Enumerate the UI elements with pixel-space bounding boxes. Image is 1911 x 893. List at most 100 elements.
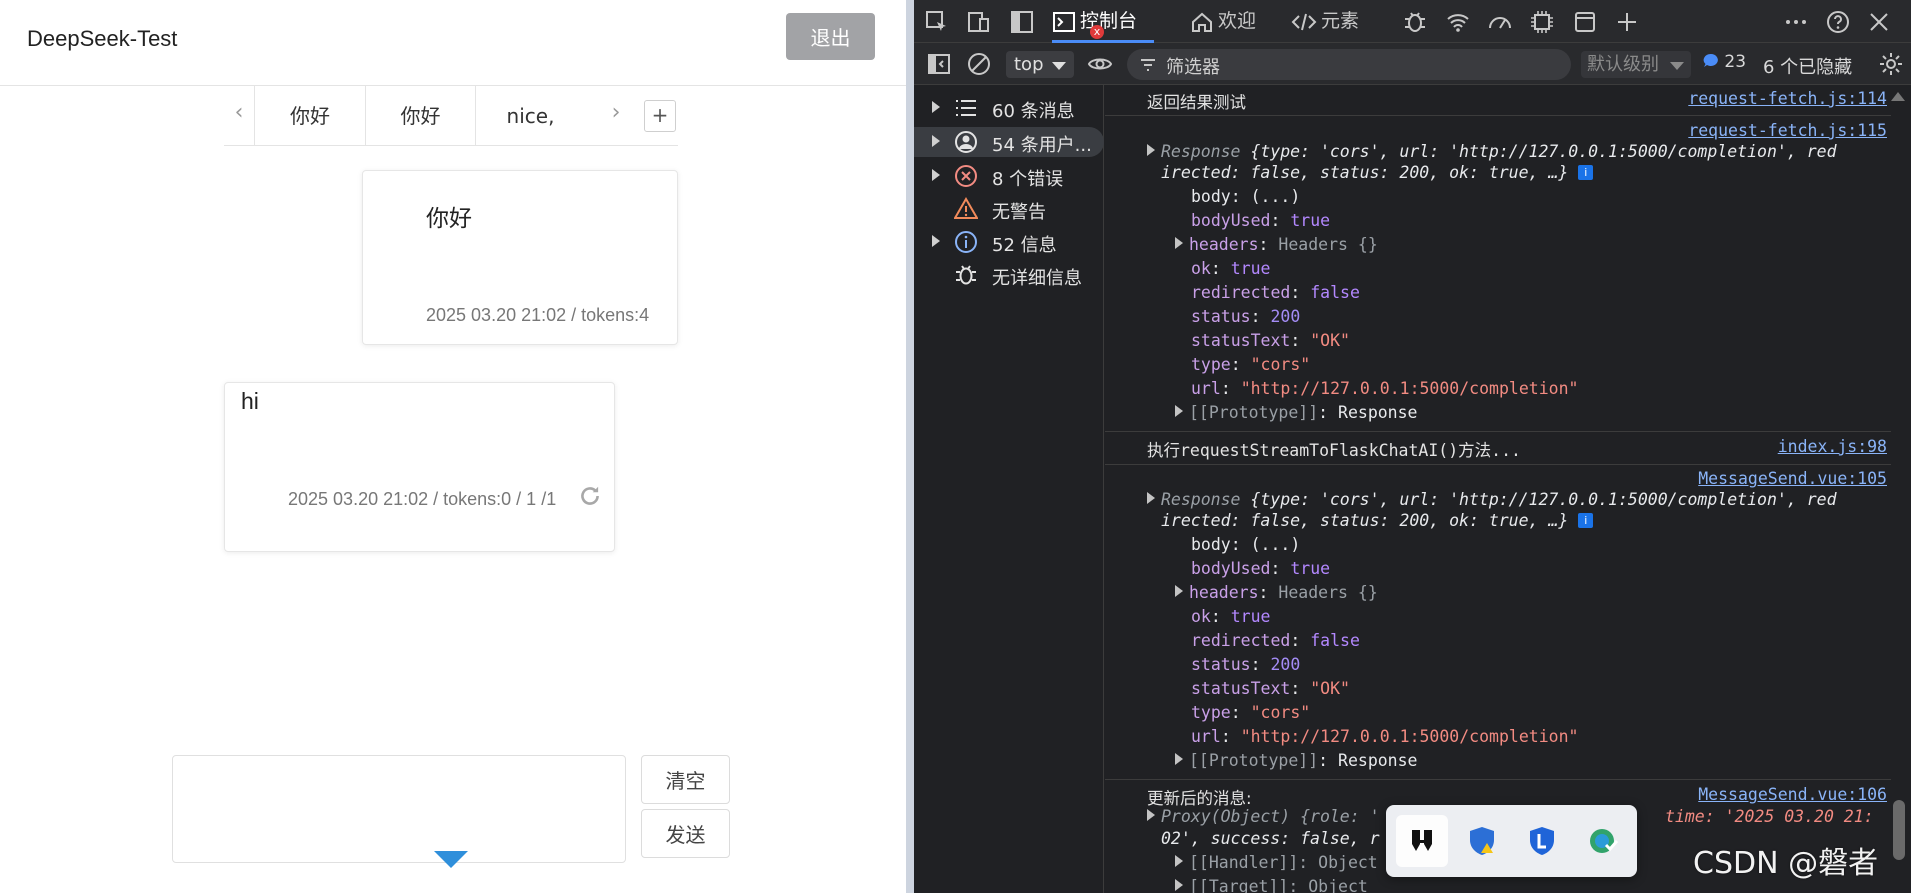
pane-divider[interactable]	[906, 0, 914, 893]
more-icon[interactable]	[1783, 9, 1809, 35]
conversation-tab[interactable]: 你好	[254, 86, 365, 146]
send-button[interactable]: 发送	[641, 809, 730, 858]
expand-triangle-icon[interactable]	[1175, 753, 1183, 765]
prop-body[interactable]: body: (...)	[1191, 187, 1911, 206]
log-separator	[1105, 431, 1891, 432]
tab-elements[interactable]: 元素	[1291, 0, 1379, 43]
expand-arrow-icon[interactable]	[932, 169, 940, 181]
scroll-up-arrow-icon[interactable]	[1891, 92, 1905, 101]
object-preview: irected: false, status: 200, ok: true, ……	[1161, 511, 1569, 530]
message-count[interactable]: 23	[1703, 52, 1746, 72]
memory-icon[interactable]	[1529, 9, 1555, 35]
object-type: Response	[1161, 490, 1251, 509]
object-preview-tail: time: '2025 03.20 21:	[1665, 807, 1874, 826]
add-tool-icon[interactable]	[1614, 9, 1640, 35]
expand-triangle-icon[interactable]	[1175, 585, 1183, 597]
source-link[interactable]: index.js:98	[1778, 437, 1887, 456]
log-level-select[interactable]: 默认级别	[1581, 51, 1691, 78]
sidebar-item-user-messages[interactable]: 54 条用户...	[914, 127, 1104, 157]
tab-welcome[interactable]: 欢迎	[1190, 0, 1280, 43]
info-badge-icon[interactable]: i	[1578, 165, 1594, 180]
caret-down-icon[interactable]	[432, 848, 470, 870]
application-icon[interactable]	[1572, 9, 1598, 35]
settings-gear-icon[interactable]	[1878, 51, 1904, 77]
expand-triangle-icon[interactable]	[1175, 405, 1183, 417]
sidebar-item-messages[interactable]: 60 条消息	[914, 93, 1104, 123]
prop-key: [[Prototype]]	[1189, 403, 1319, 422]
tray-sync-icon[interactable]	[1576, 815, 1628, 867]
logout-button[interactable]: 退出	[786, 13, 875, 60]
error-icon	[955, 165, 977, 187]
refresh-icon[interactable]	[577, 483, 603, 509]
expand-triangle-icon[interactable]	[1175, 237, 1183, 249]
close-icon[interactable]	[1866, 9, 1892, 35]
prop-key: [[Target]]: Object	[1189, 877, 1368, 893]
sidebar-item-label: 无详细信息	[992, 268, 1082, 289]
prop-headers[interactable]: headers: Headers {}	[1175, 235, 1911, 254]
network-icon[interactable]	[1445, 9, 1471, 35]
chat-app: DeepSeek-Test 退出 ‹ 你好 你好 nice, › + 你好 20…	[0, 0, 906, 893]
tabs-prev-arrow[interactable]: ‹	[224, 100, 254, 125]
expand-arrow-icon[interactable]	[932, 101, 940, 113]
object-type: Response	[1161, 142, 1251, 161]
clear-button[interactable]: 清空	[641, 755, 730, 804]
message-input[interactable]	[172, 755, 626, 863]
conversation-tab[interactable]: nice,	[475, 86, 585, 146]
log-object-summary-cont: irected: false, status: 200, ok: true, ……	[1161, 163, 1911, 182]
prop-url: url: "http://127.0.0.1:5000/completion"	[1191, 727, 1579, 746]
info-badge-icon[interactable]: i	[1578, 513, 1594, 528]
prop-value: Response	[1338, 751, 1418, 770]
expand-triangle-icon[interactable]	[1175, 855, 1183, 867]
prop-key: type	[1191, 355, 1231, 374]
context-select[interactable]: top	[1006, 51, 1074, 78]
list-icon	[956, 100, 976, 116]
device-toolbar-icon[interactable]	[966, 9, 992, 35]
prop-body[interactable]: body: (...)	[1191, 535, 1911, 554]
prop-headers[interactable]: headers: Headers {}	[1175, 583, 1911, 602]
source-link[interactable]: request-fetch.js:115	[1688, 121, 1887, 140]
filter-icon	[1141, 59, 1155, 71]
tab-console[interactable]: 控制台	[1052, 0, 1154, 43]
log-object-summary[interactable]: Response {type: 'cors', url: 'http://127…	[1147, 142, 1911, 161]
tray-security-icon[interactable]	[1456, 815, 1508, 867]
inspect-icon[interactable]	[924, 9, 950, 35]
expand-triangle-icon[interactable]	[1147, 492, 1155, 504]
performance-icon[interactable]	[1487, 9, 1513, 35]
tray-lenovo-icon[interactable]	[1516, 815, 1568, 867]
sidebar-item-verbose[interactable]: 无详细信息	[914, 260, 1104, 290]
help-icon[interactable]	[1825, 9, 1851, 35]
tabs-next-arrow[interactable]: ›	[601, 100, 631, 125]
prop-url: url: "http://127.0.0.1:5000/completion"	[1191, 379, 1579, 398]
expand-arrow-icon[interactable]	[932, 135, 940, 147]
log-object-summary[interactable]: Response {type: 'cors', url: 'http://127…	[1147, 490, 1911, 509]
sidebar-item-info[interactable]: 52 信息	[914, 227, 1104, 257]
bug-icon[interactable]	[1402, 9, 1428, 35]
message-bubble-icon	[1703, 53, 1718, 67]
prop-prototype[interactable]: [[Prototype]]: Response	[1175, 403, 1911, 422]
app-logo-icon	[1412, 830, 1432, 851]
console-sidebar-icon[interactable]	[926, 51, 952, 77]
expand-arrow-icon[interactable]	[932, 235, 940, 247]
live-expression-eye-icon[interactable]	[1087, 51, 1113, 77]
source-link[interactable]: MessageSend.vue:105	[1698, 469, 1887, 488]
clear-console-icon[interactable]	[966, 51, 992, 77]
prop-bodyused: bodyUsed: true	[1191, 559, 1331, 578]
conversation-tabs: ‹ 你好 你好 nice, › +	[224, 86, 678, 146]
expand-triangle-icon[interactable]	[1147, 144, 1155, 156]
sidebar-toggle-icon[interactable]	[1009, 9, 1035, 35]
conversation-tab[interactable]: 你好	[365, 86, 475, 146]
expand-triangle-icon[interactable]	[1175, 879, 1183, 891]
expand-triangle-icon[interactable]	[1147, 809, 1155, 821]
tray-app-icon[interactable]	[1396, 815, 1448, 867]
add-tab-button[interactable]: +	[644, 100, 676, 132]
scrollbar-thumb[interactable]	[1893, 800, 1905, 860]
sidebar-item-warnings[interactable]: 无警告	[914, 194, 1104, 224]
sidebar-item-errors[interactable]: 8 个错误	[914, 161, 1104, 191]
source-link[interactable]: MessageSend.vue:106	[1698, 785, 1887, 804]
filter-input[interactable]: 筛选器	[1127, 49, 1571, 80]
hidden-count[interactable]: 6 个已隐藏	[1763, 53, 1852, 79]
prop-prototype[interactable]: [[Prototype]]: Response	[1175, 751, 1911, 770]
prop-key: statusText	[1191, 331, 1291, 350]
source-link[interactable]: request-fetch.js:114	[1688, 89, 1887, 108]
prop-ok: ok: true	[1191, 259, 1271, 278]
